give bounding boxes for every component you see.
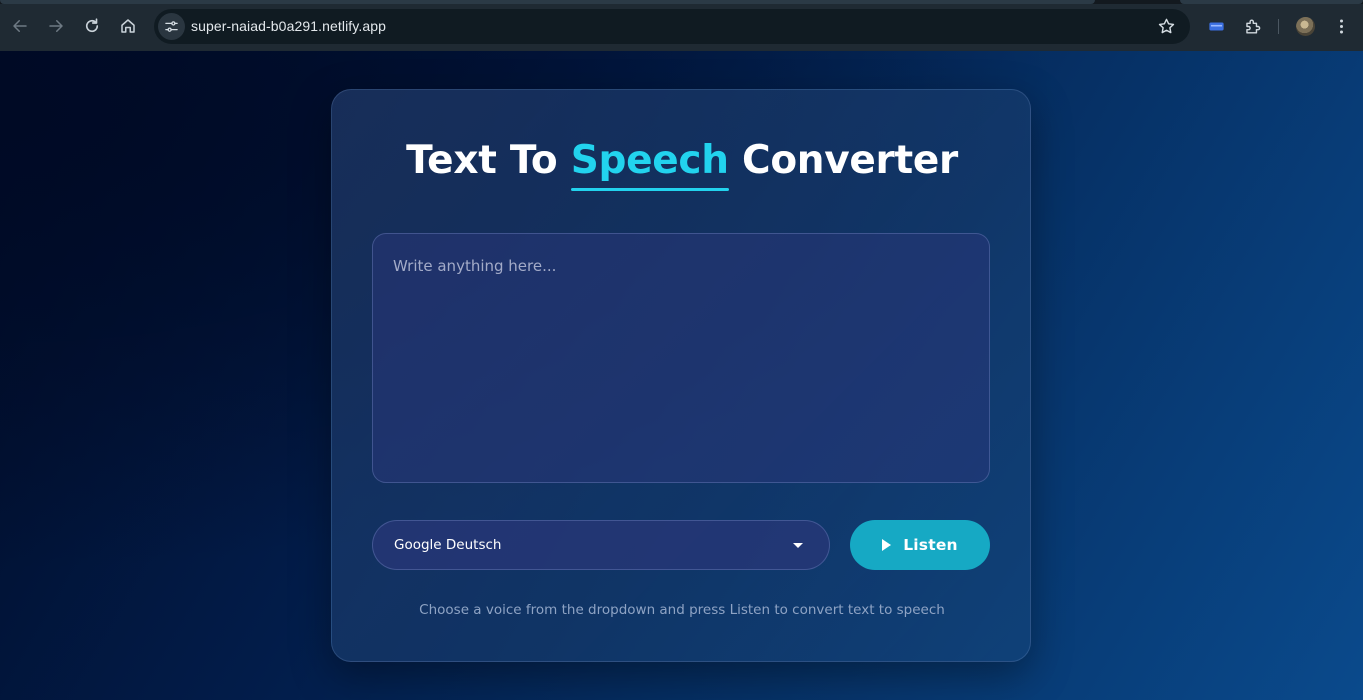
speech-text-input[interactable]: [372, 233, 990, 483]
browser-menu-button[interactable]: [1328, 13, 1354, 39]
forward-button[interactable]: [42, 12, 70, 40]
reload-button[interactable]: [78, 12, 106, 40]
voice-selected-value: Google Deutsch: [394, 537, 502, 553]
arrow-right-icon: [49, 20, 63, 32]
browser-toolbar: super-naiad-b0a291.netlify.app: [0, 0, 1363, 51]
site-info-button[interactable]: [158, 13, 185, 40]
home-button[interactable]: [114, 12, 142, 40]
extension-button[interactable]: [1203, 13, 1229, 39]
inactive-tab-edge: [1180, 0, 1363, 4]
home-icon: [121, 19, 135, 33]
page-background: Text To Speech Converter Google Deutsch …: [0, 51, 1363, 700]
active-tab-edge: [0, 0, 1095, 4]
page-title: Text To Speech Converter: [332, 138, 1032, 191]
voice-dropdown[interactable]: Google Deutsch: [372, 520, 830, 570]
instruction-text: Choose a voice from the dropdown and pre…: [419, 602, 945, 618]
url-text: super-naiad-b0a291.netlify.app: [191, 18, 386, 34]
tune-icon: [165, 21, 178, 32]
toolbar-divider: [1278, 19, 1279, 34]
arrow-left-icon: [13, 20, 27, 32]
address-bar[interactable]: super-naiad-b0a291.netlify.app: [154, 9, 1190, 44]
reload-icon: [85, 18, 99, 33]
caret-down-icon: [793, 543, 803, 548]
profile-avatar[interactable]: [1296, 17, 1315, 36]
title-accent: Speech: [570, 138, 729, 191]
back-button[interactable]: [6, 12, 34, 40]
blue-rectangle-icon: [1208, 22, 1224, 30]
listen-button-label: Listen: [903, 536, 958, 554]
play-icon: [882, 539, 892, 551]
title-text-end: Converter: [728, 138, 958, 183]
star-icon[interactable]: [1157, 17, 1176, 36]
puzzle-icon: [1245, 19, 1260, 34]
converter-card: Text To Speech Converter Google Deutsch …: [331, 89, 1031, 662]
listen-button[interactable]: Listen: [850, 520, 990, 570]
extensions-button[interactable]: [1239, 13, 1265, 39]
title-text-start: Text To: [406, 138, 571, 183]
kebab-menu-icon: [1339, 18, 1343, 34]
